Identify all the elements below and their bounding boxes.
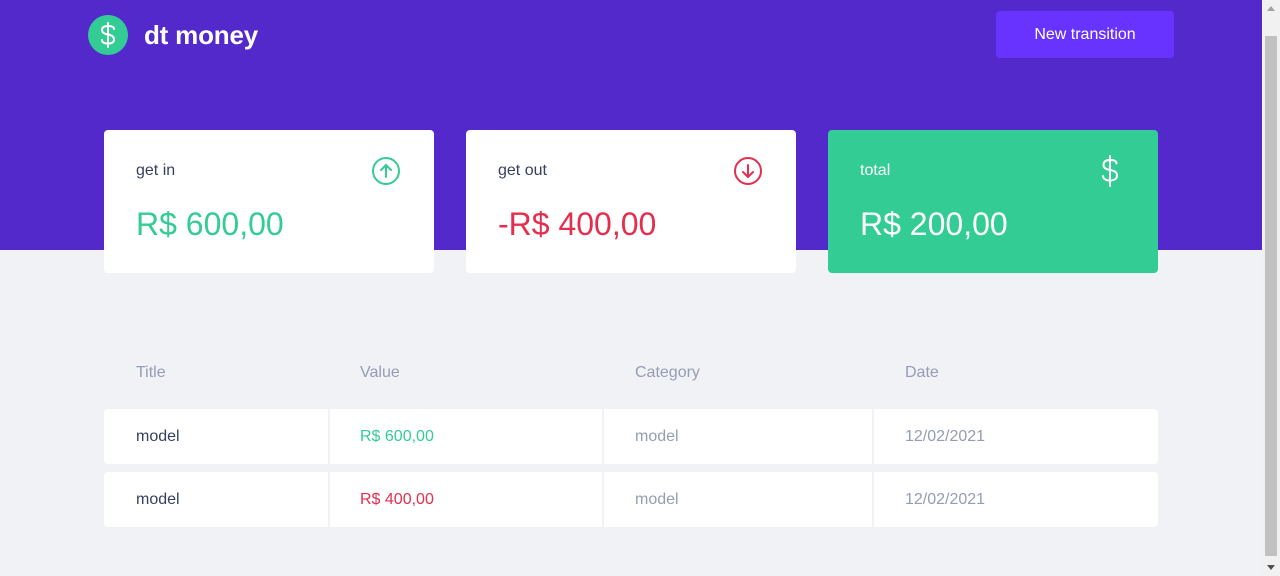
logo: dt money: [88, 15, 258, 55]
total-card: total R$ 200,00: [828, 130, 1158, 273]
scrollbar-thumb[interactable]: [1265, 36, 1277, 556]
transaction-category: model: [604, 409, 872, 464]
column-header-category: Category: [635, 364, 700, 381]
total-value: R$ 200,00: [860, 206, 1008, 242]
transaction-date: 12/02/2021: [874, 409, 1158, 464]
app-name: dt money: [144, 19, 258, 50]
transaction-title: model: [104, 409, 328, 464]
outcome-card: get out -R$ 400,00: [466, 130, 796, 273]
income-card: get in R$ 600,00: [104, 130, 434, 273]
transaction-category: model: [604, 472, 872, 527]
scroll-up-arrow-icon[interactable]: [1262, 0, 1280, 17]
column-header-value: Value: [360, 364, 400, 381]
table-row: model R$ 400,00 model 12/02/2021: [104, 472, 1158, 527]
arrow-up-circle-icon: [372, 157, 400, 185]
table-row: model R$ 600,00 model 12/02/2021: [104, 409, 1158, 464]
outcome-value: -R$ 400,00: [498, 206, 657, 242]
transaction-value: R$ 400,00: [330, 472, 602, 527]
new-transaction-button[interactable]: New transition: [996, 11, 1174, 58]
arrow-down-circle-icon: [734, 157, 762, 185]
income-label: get in: [136, 162, 176, 179]
outcome-label: get out: [498, 162, 547, 179]
dollar-icon: [1102, 155, 1119, 187]
scroll-down-arrow-icon[interactable]: [1262, 559, 1280, 576]
column-header-title: Title: [136, 364, 166, 381]
income-value: R$ 600,00: [136, 206, 284, 242]
transaction-date: 12/02/2021: [874, 472, 1158, 527]
dollar-logo-icon: [88, 15, 128, 55]
transaction-title: model: [104, 472, 328, 527]
transaction-value: R$ 600,00: [330, 409, 602, 464]
column-header-date: Date: [905, 364, 939, 381]
scrollbar[interactable]: [1262, 0, 1280, 576]
total-label: total: [860, 162, 891, 179]
